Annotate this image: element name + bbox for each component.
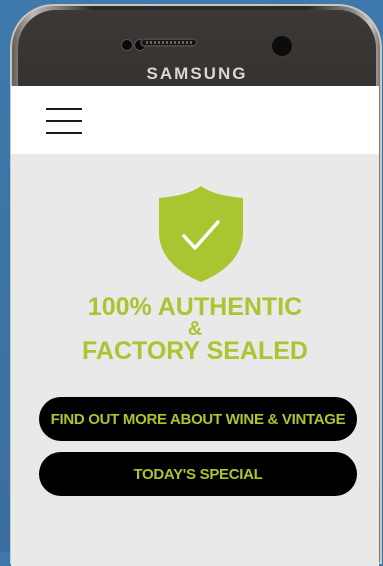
authenticity-headline: 100% AUTHENTIC & FACTORY SEALED	[11, 294, 379, 364]
device-brand: SAMSUNG	[146, 64, 248, 83]
earpiece-speaker	[140, 38, 198, 47]
hamburger-menu-icon[interactable]	[46, 108, 82, 136]
phone-screen: 100% AUTHENTIC & FACTORY SEALED FIND OUT…	[11, 86, 379, 566]
find-out-more-button[interactable]: FIND OUT MORE ABOUT WINE & VINTAGE	[39, 397, 357, 441]
todays-special-button[interactable]: TODAY'S SPECIAL	[39, 452, 357, 496]
shield-check-icon	[159, 186, 243, 282]
main-content: 100% AUTHENTIC & FACTORY SEALED FIND OUT…	[11, 154, 379, 566]
headline-line-1: 100% AUTHENTIC	[87, 293, 303, 321]
app-header	[11, 86, 379, 154]
headline-ampersand: &	[187, 318, 203, 340]
headline-line-2: FACTORY SEALED	[82, 337, 308, 365]
sensor-dot	[122, 40, 132, 50]
front-camera	[272, 36, 292, 56]
